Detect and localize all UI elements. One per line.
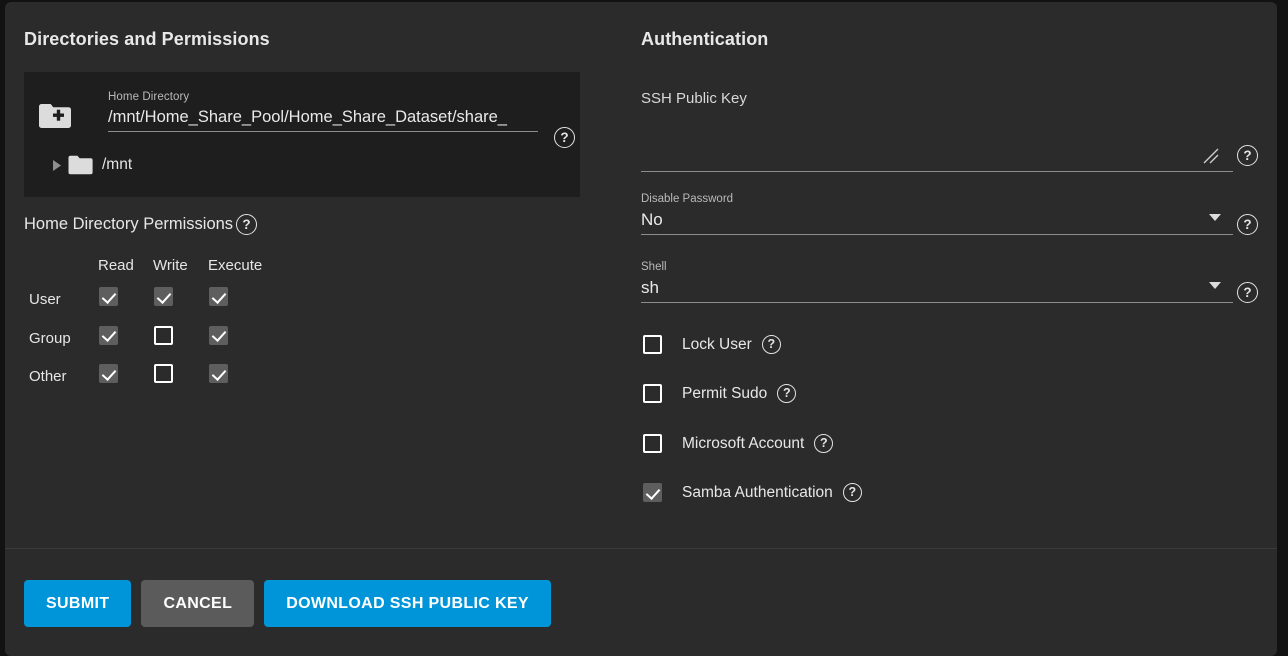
resize-handle-icon[interactable]: [1203, 148, 1219, 164]
column-header-read: Read: [98, 257, 134, 274]
checkbox-microsoft-account[interactable]: [643, 434, 662, 453]
home-directory-permissions-heading: Home Directory Permissions ?: [24, 214, 257, 235]
lock-user-row[interactable]: Lock User ?: [643, 335, 781, 354]
home-directory-input[interactable]: /mnt/Home_Share_Pool/Home_Share_Dataset/…: [108, 104, 508, 130]
chevron-down-icon[interactable]: [1209, 214, 1221, 221]
home-directory-permissions-title: Home Directory Permissions: [24, 215, 233, 234]
ssh-public-key-label: SSH Public Key: [641, 90, 747, 107]
form-actions: SUBMIT CANCEL DOWNLOAD SSH PUBLIC KEY: [24, 580, 551, 627]
permit-sudo-label: Permit Sudo: [682, 385, 767, 403]
permit-sudo-row[interactable]: Permit Sudo ?: [643, 384, 796, 403]
chevron-right-icon[interactable]: [46, 158, 68, 172]
home-directory-field[interactable]: Home Directory /mnt/Home_Share_Pool/Home…: [108, 90, 508, 132]
home-directory-label: Home Directory: [108, 90, 508, 104]
ssh-public-key-textarea[interactable]: [641, 110, 1233, 172]
user-edit-panel: Directories and Permissions Home Directo…: [5, 2, 1277, 656]
checkbox-user-read[interactable]: [99, 287, 118, 306]
disable-password-help-icon[interactable]: ?: [1237, 214, 1258, 235]
download-ssh-public-key-button[interactable]: DOWNLOAD SSH PUBLIC KEY: [264, 580, 551, 627]
checkbox-other-write[interactable]: [154, 364, 173, 383]
checkbox-group-write[interactable]: [154, 326, 173, 345]
footer-divider: [5, 548, 1277, 549]
home-directory-help-icon[interactable]: ?: [554, 127, 575, 148]
cancel-button[interactable]: CANCEL: [141, 580, 254, 627]
row-label-group: Group: [29, 330, 71, 347]
permit-sudo-help-icon[interactable]: ?: [777, 384, 796, 403]
column-header-write: Write: [153, 257, 188, 274]
microsoft-account-row[interactable]: Microsoft Account ?: [643, 434, 833, 453]
submit-button[interactable]: SUBMIT: [24, 580, 131, 627]
checkbox-other-execute[interactable]: [209, 364, 228, 383]
disable-password-label: Disable Password: [641, 192, 1233, 206]
checkbox-group-read[interactable]: [99, 326, 118, 345]
checkbox-user-write[interactable]: [154, 287, 173, 306]
home-directory-picker-card: Home Directory /mnt/Home_Share_Pool/Home…: [24, 72, 580, 197]
checkbox-other-read[interactable]: [99, 364, 118, 383]
samba-authentication-row[interactable]: Samba Authentication ?: [643, 483, 862, 502]
checkbox-permit-sudo[interactable]: [643, 384, 662, 403]
lock-user-label: Lock User: [682, 336, 752, 354]
authentication-title: Authentication: [641, 29, 768, 50]
home-directory-row: Home Directory /mnt/Home_Share_Pool/Home…: [38, 90, 568, 142]
page-title: Directories and Permissions: [24, 29, 270, 50]
folder-icon: [68, 154, 98, 176]
samba-authentication-label: Samba Authentication: [682, 484, 833, 502]
home-directory-underline: [108, 131, 538, 132]
directory-tree-item-mnt[interactable]: /mnt: [46, 154, 132, 176]
directory-tree-label: /mnt: [102, 156, 132, 174]
disable-password-value: No: [641, 206, 1233, 234]
checkbox-user-execute[interactable]: [209, 287, 228, 306]
microsoft-account-label: Microsoft Account: [682, 435, 804, 453]
ssh-public-key-underline: [641, 171, 1233, 172]
samba-authentication-help-icon[interactable]: ?: [843, 483, 862, 502]
shell-label: Shell: [641, 260, 1233, 274]
home-directory-permissions-help-icon[interactable]: ?: [236, 214, 257, 235]
checkbox-lock-user[interactable]: [643, 335, 662, 354]
microsoft-account-help-icon[interactable]: ?: [814, 434, 833, 453]
shell-value: sh: [641, 274, 1233, 302]
disable-password-underline: [641, 234, 1233, 235]
checkbox-group-execute[interactable]: [209, 326, 228, 345]
shell-help-icon[interactable]: ?: [1237, 282, 1258, 303]
create-new-folder-icon[interactable]: [38, 102, 72, 130]
disable-password-select[interactable]: Disable Password No: [641, 192, 1233, 235]
chevron-down-icon[interactable]: [1209, 282, 1221, 289]
shell-select[interactable]: Shell sh: [641, 260, 1233, 303]
row-label-other: Other: [29, 368, 67, 385]
ssh-public-key-help-icon[interactable]: ?: [1237, 145, 1258, 166]
checkbox-samba-authentication[interactable]: [643, 483, 662, 502]
lock-user-help-icon[interactable]: ?: [762, 335, 781, 354]
column-header-execute: Execute: [208, 257, 262, 274]
row-label-user: User: [29, 291, 61, 308]
shell-underline: [641, 302, 1233, 303]
